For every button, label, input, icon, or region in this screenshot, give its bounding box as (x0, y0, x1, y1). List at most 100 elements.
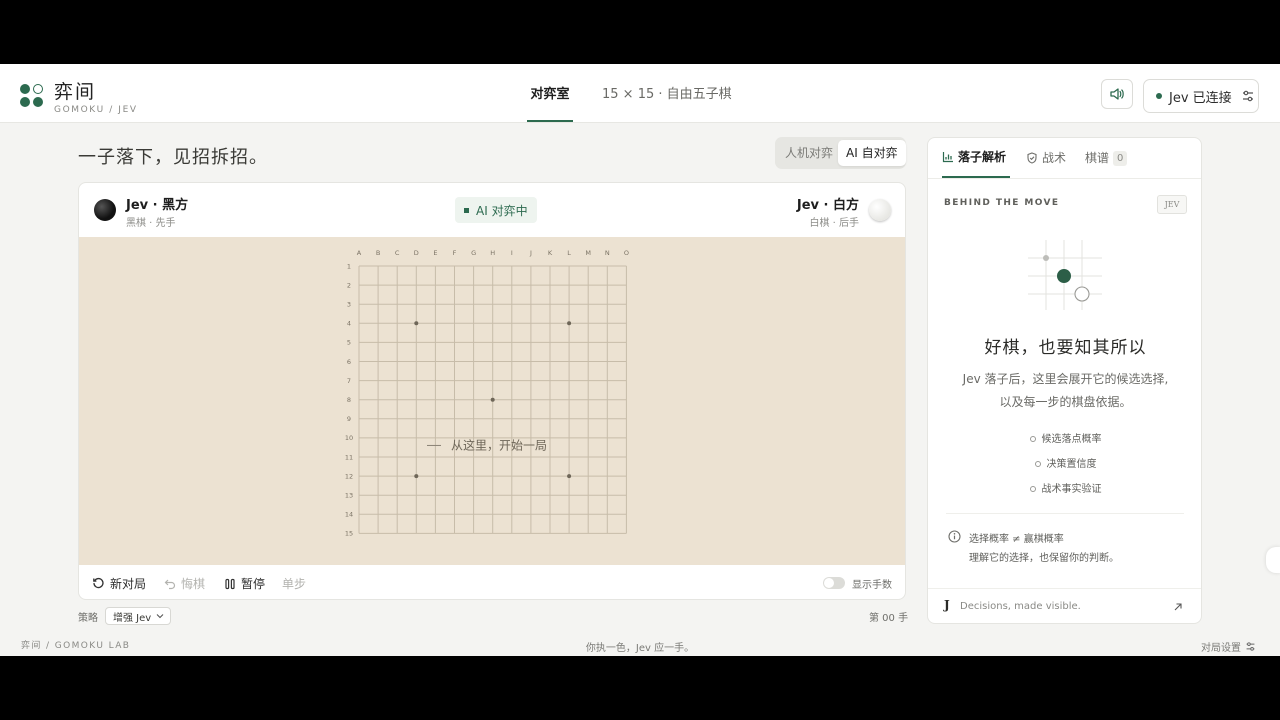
sliders-icon (1242, 90, 1253, 102)
page-tagline: 一子落下，见招拆招。 (78, 147, 268, 168)
restart-icon (93, 577, 104, 589)
mode-human-vs-ai-button[interactable]: 人机对弈 (777, 140, 841, 166)
black-stone-icon (94, 199, 116, 221)
show-moves-label: 显示手数 (852, 580, 892, 591)
gomoku-board[interactable]: A B C D E F G H I J K L M N O123456789101112131415从这里，… (79, 237, 906, 565)
show-moves-toggle[interactable] (823, 577, 845, 589)
feature-item: 候选落点概率 (928, 430, 1201, 445)
board-row-label: 10 (345, 434, 353, 442)
feature-item: 战术事实验证 (928, 480, 1201, 495)
black-player-name: Jev · 黑方 (126, 198, 189, 213)
undo-button[interactable]: 悔棋 (164, 575, 205, 592)
status-badge: AI 对弈中 (455, 197, 537, 223)
board-star-point (567, 321, 572, 326)
board-area: A B C D E F G H I J K L M N O 1 2 3 4 5 6 7 8 9 10 11 12 13 14 15 从这里，… (79, 237, 906, 565)
info-icon (948, 530, 961, 543)
board-row-label: 7 (347, 377, 351, 385)
board-column-label: O (624, 249, 629, 257)
board-row-label: 13 (345, 492, 353, 500)
tab-move-analysis-label: 落子解析 (958, 150, 1007, 164)
board-column-label: I (511, 249, 513, 257)
connection-button[interactable]: Jev 已连接 (1143, 79, 1259, 113)
arrow-up-right-icon (1174, 603, 1182, 611)
panel-footer[interactable]: J Decisions, made visible. (928, 588, 1201, 623)
board-column-label: M (585, 249, 591, 257)
tab-tactics[interactable]: 战术 (1026, 138, 1066, 178)
board-column-label: A (357, 249, 362, 257)
strategy-label: 策略 (78, 613, 98, 624)
white-player-name: Jev · 白方 (796, 198, 859, 213)
board-column-label: H (490, 249, 495, 257)
mode-switch: 人机对弈 AI 自对弈 (775, 137, 906, 169)
panel-desc-line-1: Jev 落子后，这里会展开它的候选选择, (962, 372, 1169, 386)
game-card: Jev · 黑方 黑棋 · 先手 AI 对弈中 Jev · 白方 白棋 · 后手… (78, 182, 906, 600)
board-column-label: G (471, 249, 476, 257)
new-game-button[interactable]: 新对局 (92, 575, 146, 592)
tab-game-record-label: 棋谱 (1085, 151, 1110, 165)
board-star-point (414, 321, 419, 326)
mode-ai-self-play-button[interactable]: AI 自对弈 (838, 140, 906, 166)
app-window: 弈间 GOMOKU / JEV 对弈室 15 × 15 · 自由五子棋 Jev … (0, 64, 1280, 656)
board-row-label: 3 (347, 301, 351, 309)
step-label: 单步 (282, 577, 307, 591)
board-row-label: 15 (345, 530, 353, 538)
note-body: 理解它的选择，也保留你的判断。 (969, 553, 1119, 564)
board-column-label: D (414, 249, 419, 257)
control-bar: 新对局 悔棋 暂停 单步 显示手数 (79, 565, 905, 599)
connection-label: Jev 已连接 (1169, 90, 1232, 106)
tab-game-record[interactable]: 棋谱 0 (1085, 138, 1128, 178)
brand-subtitle: GOMOKU / JEV (54, 105, 138, 115)
board-column-label: K (548, 249, 553, 257)
top-header: 弈间 GOMOKU / JEV 对弈室 15 × 15 · 自由五子棋 Jev … (0, 64, 1280, 123)
undo-icon (164, 579, 176, 589)
tab-move-analysis[interactable]: 落子解析 (942, 138, 1010, 178)
mini-board-illustration (1028, 240, 1102, 310)
black-player-sub: 黑棋 · 先手 (126, 218, 176, 229)
panel-kicker: BEHIND THE MOVE (944, 198, 1060, 208)
board-column-label: F (453, 249, 457, 257)
white-stone-icon (869, 199, 891, 221)
record-count-badge: 0 (1113, 150, 1128, 166)
jev-chip: JEV (1157, 195, 1187, 214)
board-star-point (490, 397, 495, 402)
footer-tagline: 你执一色，Jev 应一手。 (585, 643, 695, 654)
board-star-point (567, 474, 572, 479)
step-button[interactable]: 单步 (282, 575, 306, 592)
board-row-label: 4 (347, 320, 351, 328)
board-row-label: 5 (347, 339, 351, 347)
side-drawer-handle[interactable] (1266, 547, 1280, 573)
tab-tactics-label: 战术 (1042, 151, 1067, 165)
logo-icon (20, 84, 44, 108)
pause-label: 暂停 (241, 577, 266, 591)
brand-name: 弈间 (54, 81, 97, 103)
speaker-icon (1110, 88, 1124, 100)
board-column-label: J (529, 249, 532, 257)
nav-board-info: 15 × 15 · 自由五子棋 (602, 87, 732, 102)
sliders-icon (1246, 642, 1255, 651)
panel-title: 好棋，也要知其所以 (984, 338, 1147, 358)
status-square-icon (464, 207, 469, 213)
panel-separator (946, 513, 1184, 514)
white-player-sub: 白棋 · 后手 (809, 218, 859, 229)
panel-tab-divider (928, 178, 1201, 179)
game-settings-label: 对局设置 (1201, 643, 1241, 654)
bullet-icon (1029, 436, 1036, 442)
feature-item: 决策置信度 (928, 455, 1201, 470)
board-empty-hint: 从这里，开始一局 (451, 437, 547, 452)
connected-dot-icon (1156, 93, 1162, 99)
board-row-label: 12 (345, 472, 353, 480)
analysis-panel: 落子解析 战术 棋谱 0 BEHIND THE MOVE JEV 好棋，也要知其… (927, 137, 1202, 624)
board-column-label: L (567, 249, 571, 257)
shield-icon (1027, 152, 1037, 164)
board-row-label: 8 (347, 396, 351, 404)
jev-logo-mark: J (944, 598, 950, 612)
game-settings-link[interactable]: 对局设置 (1201, 639, 1256, 654)
chevron-down-icon (156, 614, 164, 619)
pause-button[interactable]: 暂停 (224, 575, 265, 592)
undo-label: 悔棋 (181, 577, 206, 591)
sound-button[interactable] (1101, 79, 1133, 109)
nav-tab-game-room[interactable]: 对弈室 (527, 64, 573, 122)
new-game-label: 新对局 (110, 577, 147, 591)
player-bar: Jev · 黑方 黑棋 · 先手 AI 对弈中 Jev · 白方 白棋 · 后手 (79, 183, 905, 237)
strategy-select[interactable]: 增强 Jev (105, 607, 171, 625)
